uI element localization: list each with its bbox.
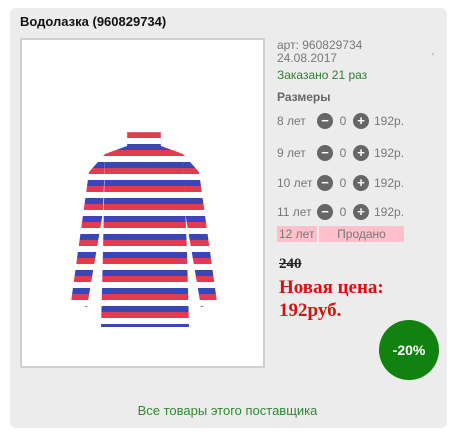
size-price: 192р.	[374, 176, 405, 190]
old-price: 240	[279, 256, 302, 272]
size-price: 192р.	[374, 146, 405, 160]
size-price: 192р.	[374, 205, 405, 219]
product-title: Водолазка (960829734)	[20, 14, 167, 29]
size-label: 8 лет	[277, 114, 306, 128]
size-row: 9 лет − 0 + 192р.	[277, 143, 404, 163]
size-label: 11 лет	[277, 205, 312, 219]
sold-size-label: 12 лет	[277, 226, 317, 242]
sizes-header: Размеры	[277, 90, 331, 104]
sold-size-row: 12 лет Продано	[277, 226, 404, 242]
size-row: 8 лет − 0 + 192р.	[277, 111, 404, 131]
size-label: 10 лет	[277, 176, 313, 190]
plus-button[interactable]: +	[353, 204, 369, 220]
supplier-products-link[interactable]: Все товары этого поставщика	[0, 403, 455, 418]
product-info: арт: 960829734 24.08.2017	[277, 39, 362, 65]
quantity-value: 0	[339, 205, 347, 219]
small-mark: '	[432, 52, 434, 63]
minus-button[interactable]: −	[317, 175, 333, 191]
order-count: Заказано 21 раз	[277, 68, 368, 82]
striped-turtleneck-image	[71, 132, 217, 327]
discount-badge: -20%	[379, 320, 439, 380]
new-price: Новая цена: 192руб.	[279, 277, 384, 321]
minus-button[interactable]: −	[317, 204, 333, 220]
sold-status: Продано	[319, 226, 404, 242]
size-label: 9 лет	[277, 146, 306, 160]
size-row: 10 лет − 0 + 192р.	[277, 173, 404, 193]
product-date: 24.08.2017	[277, 51, 338, 65]
plus-button[interactable]: +	[353, 113, 369, 129]
plus-button[interactable]: +	[353, 175, 369, 191]
size-price: 192р.	[374, 114, 405, 128]
quantity-value: 0	[339, 114, 347, 128]
quantity-value: 0	[339, 146, 347, 160]
product-image-frame[interactable]	[20, 38, 265, 368]
quantity-value: 0	[339, 176, 347, 190]
minus-button[interactable]: −	[317, 113, 333, 129]
plus-button[interactable]: +	[353, 145, 369, 161]
size-row: 11 лет − 0 + 192р.	[277, 202, 404, 222]
minus-button[interactable]: −	[317, 145, 333, 161]
